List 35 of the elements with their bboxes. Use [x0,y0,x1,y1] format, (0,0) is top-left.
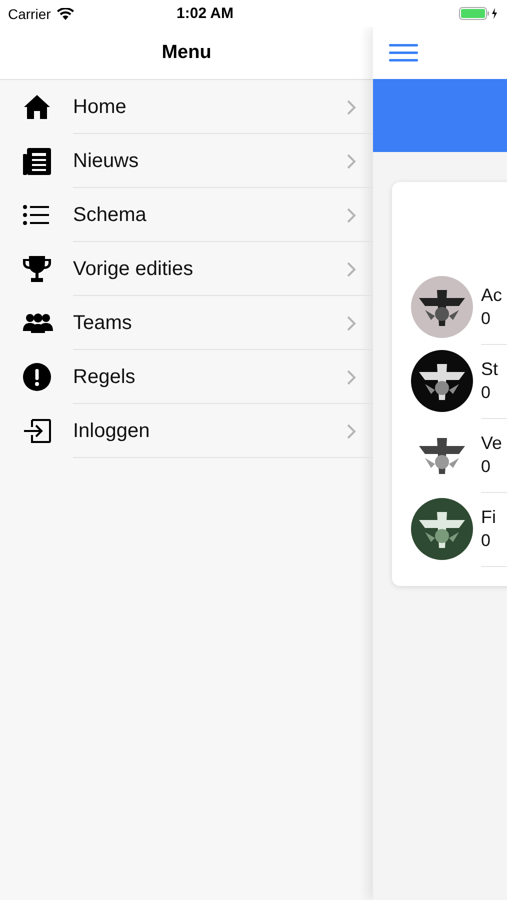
team-name: Ve [481,432,502,454]
battery-icon [459,7,499,20]
list-icon [23,205,49,225]
chevron-icon [347,424,356,438]
trophy-icon [23,256,51,282]
team-score: 0 [481,530,492,550]
newspaper-icon [23,147,51,175]
chevron-icon [347,316,356,330]
menu-item[interactable]: Nieuws [0,134,373,188]
chevron-icon [347,154,356,168]
chevron-icon [347,100,356,114]
people-icon [23,313,53,333]
chevron-icon [347,262,356,276]
menu-title: Menu [162,42,212,64]
menu-item[interactable]: Teams [0,296,373,350]
wifi-icon [56,8,74,20]
team-name: St [481,358,498,380]
chevron-icon [347,370,356,384]
clock-time: 1:02 AM [176,5,234,22]
team-name: Ac [481,284,502,306]
chevron-icon [347,208,356,222]
menu-item[interactable]: Inloggen [0,404,373,458]
team-score: 0 [481,308,492,328]
home-icon [23,93,51,121]
menu-item[interactable]: Schema [0,188,373,242]
login-icon [23,419,51,443]
team-score: 0 [481,456,492,476]
carrier-label: Carrier [8,6,51,22]
alert-icon [23,363,51,391]
menu-item[interactable]: Home [0,80,373,134]
team-score: 0 [481,382,492,402]
team-name: Fi [481,506,496,528]
menu-icon[interactable] [389,44,418,62]
menu-item[interactable]: Vorige edities [0,242,373,296]
menu-item[interactable]: Regels [0,350,373,404]
